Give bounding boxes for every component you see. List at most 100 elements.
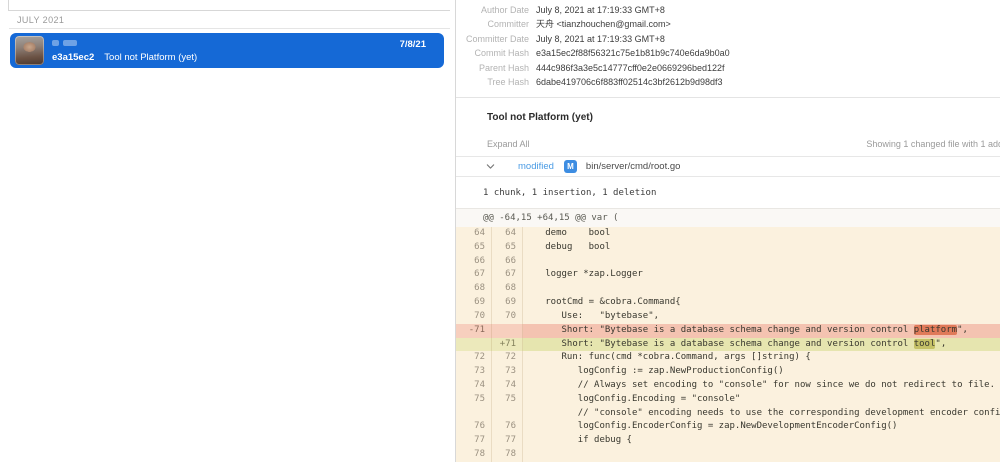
old-line-number: 64 [456,227,492,241]
detail-value: 6dabe419706c6f883ff02514c3bf2612b9d98df3 [536,75,723,90]
detail-value: 444c986f3a3e5c14777cff0e2e0669296bed122f [536,61,725,76]
diff-row: 7474 // Always set encoding to "console"… [456,379,1000,393]
code-cell: logConfig := zap.NewProductionConfig() [523,365,1000,379]
diff-row: 7575 logConfig.Encoding = "console" [456,393,1000,407]
old-line-number: 72 [456,351,492,365]
detail-label: Committer Date [456,32,529,47]
diff-row: 7676 logConfig.EncoderConfig = zap.NewDe… [456,420,1000,434]
diff-row: 7878 [456,448,1000,462]
old-line-number: 67 [456,268,492,282]
redaction-mark [52,40,59,46]
new-line-number [492,324,523,338]
git-client-window: JULY 2021 e3a15ec2 Tool not Platform (ye… [0,0,1000,462]
old-line-number: 76 [456,420,492,434]
old-line-number: 77 [456,434,492,448]
old-line-number: -71 [456,324,492,338]
new-line-number: 78 [492,448,523,462]
commit-list-item-selected[interactable]: e3a15ec2 Tool not Platform (yet) 7/8/21 [10,33,444,68]
diff-stats: 1 chunk, 1 insertion, 1 deletion [456,177,1000,208]
changed-files-summary: Showing 1 changed file with 1 add [866,139,1000,149]
new-line-number: +71 [492,338,523,352]
code-cell: // "console" encoding needs to use the c… [523,407,1000,421]
old-line-number: 66 [456,255,492,269]
diff-view: 6464 demo bool6565 debug bool66666767 lo… [456,227,1000,462]
detail-row: Author Date July 8, 2021 at 17:19:33 GMT+… [456,3,1000,18]
new-line-number: 77 [492,434,523,448]
old-line-number: 75 [456,393,492,407]
detail-value: e3a15ec2f88f56321c75e1b81b9c740e6da9b0a0 [536,46,730,61]
detail-row: Committer Date July 8, 2021 at 17:19:33 G… [456,32,1000,47]
old-line-number: 70 [456,310,492,324]
code-cell: if debug { [523,434,1000,448]
redacted-author-name [52,40,77,46]
detail-value: 天舟 <tianzhouchen@gmail.com> [536,17,671,32]
code-cell [523,282,1000,296]
diff-row: 6969 rootCmd = &cobra.Command{ [456,296,1000,310]
commit-message-title: Tool not Platform (yet) [487,112,593,123]
file-path: bin/server/cmd/root.go [586,161,681,172]
code-cell: // Always set encoding to "console" for … [523,379,1000,393]
detail-label: Author Date [456,3,529,18]
hunk-header: @@ -64,15 +64,15 @@ var ( [456,208,1000,227]
expand-all-button[interactable]: Expand All [487,139,530,149]
diff-row: -71 Short: "Bytebase is a database schem… [456,324,1000,338]
file-status-label: modified [518,161,554,172]
code-cell: logger *zap.Logger [523,268,1000,282]
detail-row: Committer天舟 <tianzhouchen@gmail.com> [456,17,1000,32]
detail-value: July 8, 2021 at 17:19:33 GMT+8 [536,32,665,47]
commit-summary-line: e3a15ec2 Tool not Platform (yet) [52,52,197,63]
new-line-number: 72 [492,351,523,365]
diff-row: 6666 [456,255,1000,269]
detail-value: July 8, 2021 at 17:19:33 GMT+8 [536,3,665,18]
commit-list-panel: JULY 2021 e3a15ec2 Tool not Platform (ye… [0,0,456,462]
diff-row: 7070 Use: "bytebase", [456,310,1000,324]
new-line-number: 74 [492,379,523,393]
old-line-number [456,338,492,352]
new-line-number: 64 [492,227,523,241]
commit-message: Tool not Platform (yet) [104,52,197,63]
new-line-number [492,407,523,421]
code-cell: Short: "Bytebase is a database schema ch… [523,338,1000,352]
diff-row: 7373 logConfig := zap.NewProductionConfi… [456,365,1000,379]
diff-row: 7272 Run: func(cmd *cobra.Command, args … [456,351,1000,365]
diff-row: 6868 [456,282,1000,296]
changed-file-row[interactable]: modified M bin/server/cmd/root.go [456,156,1000,177]
commit-detail-panel: Author天舟 <tianzhouchen@gmail.com>Author … [456,0,1000,462]
detail-row: Parent Hash444c986f3a3e5c14777cff0e2e066… [456,61,1000,76]
details-rows: Author天舟 <tianzhouchen@gmail.com>Author … [456,0,1000,90]
code-cell: rootCmd = &cobra.Command{ [523,296,1000,310]
diff-row: 6565 debug bool [456,241,1000,255]
new-line-number: 76 [492,420,523,434]
code-cell: Run: func(cmd *cobra.Command, args []str… [523,351,1000,365]
code-cell: demo bool [523,227,1000,241]
new-line-number: 65 [492,241,523,255]
detail-label: Commit Hash [456,46,529,61]
redaction-mark [63,40,77,46]
old-line-number [456,407,492,421]
detail-label: Tree Hash [456,75,529,90]
diff-row: +71 Short: "Bytebase is a database schem… [456,338,1000,352]
diff-row: // "console" encoding needs to use the c… [456,407,1000,421]
commit-short-hash: e3a15ec2 [52,52,94,63]
old-line-number: 78 [456,448,492,462]
diff-word-highlight: tool [914,339,936,349]
code-cell: logConfig.EncoderConfig = zap.NewDevelop… [523,420,1000,434]
code-cell: Short: "Bytebase is a database schema ch… [523,324,1000,338]
old-line-number: 65 [456,241,492,255]
new-line-number: 67 [492,268,523,282]
code-cell [523,448,1000,462]
chevron-down-icon[interactable] [486,162,495,171]
detail-row: Commit Hash e3a15ec2f88f56321c75e1b81b9c7… [456,46,1000,61]
code-cell [523,255,1000,269]
old-line-number: 68 [456,282,492,296]
old-line-number: 73 [456,365,492,379]
old-line-number: 69 [456,296,492,310]
avatar [15,36,44,65]
diff-toolbar: Expand All Showing 1 changed file with 1… [487,137,1000,151]
diff-word-highlight: platform [914,325,957,335]
old-line-number: 74 [456,379,492,393]
code-cell: debug bool [523,241,1000,255]
details-divider [456,97,1000,98]
new-line-number: 66 [492,255,523,269]
new-line-number: 69 [492,296,523,310]
